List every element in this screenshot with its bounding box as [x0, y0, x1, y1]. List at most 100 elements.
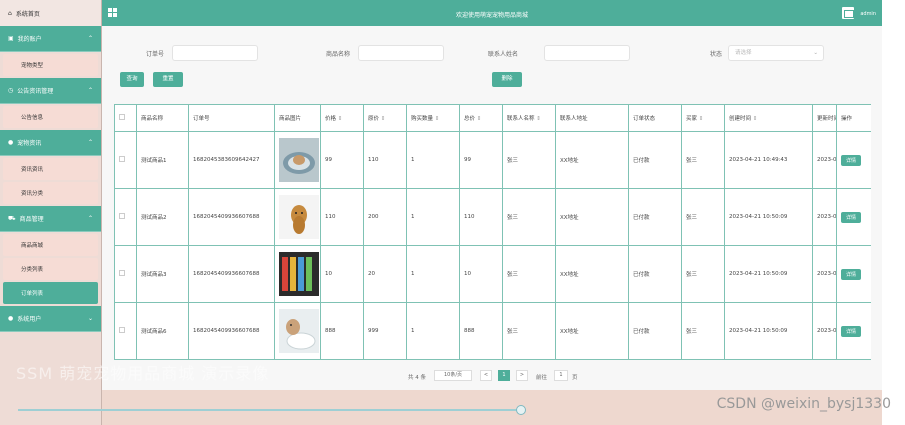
column-header: 联系人地址 — [555, 104, 629, 132]
cell-price: 888 — [320, 302, 364, 360]
table-header-row: 商品名称 订单号 商品图片 价格 ⇕ 原价 ⇕ 购买数量 ⇕ 总价 ⇕ 联系人名… — [114, 104, 871, 132]
column-header: 操作 — [836, 104, 871, 132]
reset-button[interactable]: 重置 — [153, 72, 183, 87]
column-header[interactable]: 联系人名称 ⇕ — [502, 104, 556, 132]
video-progress-knob[interactable] — [516, 405, 526, 415]
cell-product-image[interactable] — [274, 131, 321, 189]
sidebar-item-pet-type[interactable]: 宠物类型 — [3, 54, 98, 76]
cell-price: 10 — [320, 245, 364, 303]
column-header[interactable]: 原价 ⇕ — [363, 104, 407, 132]
cell-product-image[interactable] — [274, 188, 321, 246]
chevron-up-icon: ⌃ — [87, 87, 93, 94]
table-row: 测试商品2 1682045409936607688 110 200 1 110 — [114, 188, 871, 246]
cell-actions: 详情 — [836, 245, 871, 303]
column-header: 商品名称 — [136, 104, 189, 132]
cell-price: 110 — [320, 188, 364, 246]
detail-button[interactable]: 详情 — [841, 211, 862, 223]
row-checkbox[interactable] — [114, 245, 137, 303]
cart-icon: ⛟ — [8, 214, 16, 222]
column-header[interactable]: 价格 ⇕ — [320, 104, 364, 132]
cell-buyer: 张三 — [681, 131, 725, 189]
column-header-label: 创建时间 — [729, 116, 752, 122]
next-page-button[interactable]: > — [516, 370, 528, 381]
search-button[interactable]: 查询 — [120, 72, 144, 87]
cell-buyer: 张三 — [681, 302, 725, 360]
prev-page-button[interactable]: < — [480, 370, 492, 381]
column-header[interactable]: 创建时间 ⇕ — [724, 104, 813, 132]
cell-order-status: 已付款 — [628, 188, 682, 246]
cell-quantity: 1 — [406, 131, 460, 189]
product-name-input[interactable] — [358, 45, 444, 61]
cell-contact-address: XX地址 — [555, 302, 629, 360]
order-number-input[interactable] — [172, 45, 258, 61]
column-header-label: 价格 — [325, 116, 337, 122]
select-all-checkbox[interactable] — [114, 104, 137, 132]
sidebar-item-news[interactable]: 资讯资讯 — [3, 158, 98, 180]
cell-quantity: 1 — [406, 245, 460, 303]
sidebar-group-news[interactable]: ● 宠物资讯 ⌃ — [0, 130, 101, 156]
page-size-select[interactable]: 10条/页 — [434, 370, 472, 381]
sidebar-home-label: 系统首页 — [15, 10, 40, 18]
main-content: 订单号 商品名称 联系人姓名 状态 请选择 ⌄ 查询 重置 删除 商品名称 订单… — [102, 26, 882, 390]
sidebar-group-label: 商品管理 — [19, 216, 44, 223]
cell-original-price: 200 — [363, 188, 407, 246]
header-title: 欢迎使用萌宠宠物用品商城 — [455, 12, 528, 19]
admin-avatar-icon[interactable] — [842, 7, 854, 19]
column-header-label: 购买数量 — [411, 116, 434, 122]
detail-button[interactable]: 详情 — [841, 268, 862, 280]
cell-updated-at: 2023-0 — [812, 245, 837, 303]
goto-page-input[interactable]: 1 — [554, 370, 568, 381]
cell-updated-at: 2023-0 — [812, 131, 837, 189]
order-number-label: 订单号 — [146, 51, 165, 58]
cell-quantity: 1 — [406, 188, 460, 246]
sidebar-item-news-category[interactable]: 资讯分类 — [3, 182, 98, 204]
goto-unit: 页 — [572, 375, 578, 381]
cell-actions: 详情 — [836, 188, 871, 246]
sidebar-group-users[interactable]: ● 系统用户 ⌄ — [0, 306, 101, 332]
sort-icon: ⇕ — [698, 116, 704, 122]
column-header[interactable]: 购买数量 ⇕ — [406, 104, 460, 132]
status-label: 状态 — [710, 51, 723, 58]
status-placeholder: 请选择 — [735, 50, 752, 56]
contact-name-label: 联系人姓名 — [488, 51, 519, 58]
chevron-up-icon: ⌃ — [87, 35, 93, 42]
detail-button[interactable]: 详情 — [841, 154, 862, 166]
cell-created-at: 2023-04-21 10:49:43 — [724, 131, 813, 189]
cell-original-price: 999 — [363, 302, 407, 360]
cell-contact-name: 张三 — [502, 245, 556, 303]
page-number-current[interactable]: 1 — [498, 370, 510, 381]
row-checkbox[interactable] — [114, 302, 137, 360]
cell-order-number: 1682045409936607688 — [188, 245, 275, 303]
video-progress-bar[interactable] — [18, 409, 520, 411]
goto-label: 前往 — [536, 375, 548, 381]
sidebar-item-notice[interactable]: 公告信息 — [3, 106, 98, 128]
detail-button[interactable]: 详情 — [841, 325, 862, 337]
row-checkbox[interactable] — [114, 131, 137, 189]
sidebar-item-orders[interactable]: 订单列表 — [3, 282, 98, 304]
location-icon: ● — [8, 139, 14, 146]
home-icon: ⌂ — [8, 9, 12, 17]
cell-total: 110 — [459, 188, 503, 246]
sidebar-group-products[interactable]: ⛟ 商品管理 ⌃ — [0, 206, 101, 232]
delete-button[interactable]: 删除 — [492, 72, 522, 87]
column-header[interactable]: 买家 ⇕ — [681, 104, 725, 132]
row-checkbox[interactable] — [114, 188, 137, 246]
admin-name[interactable]: admin — [860, 11, 876, 17]
sidebar-home[interactable]: ⌂ 系统首页 — [0, 0, 101, 26]
status-select[interactable]: 请选择 ⌄ — [728, 45, 824, 61]
sidebar-item-categories[interactable]: 分类列表 — [3, 258, 98, 280]
sidebar-group-notice[interactable]: ◷ 公告资讯管理 ⌃ — [0, 78, 101, 104]
column-header[interactable]: 总价 ⇕ — [459, 104, 503, 132]
column-header-label: 联系人名称 — [507, 116, 535, 122]
cell-actions: 详情 — [836, 302, 871, 360]
sidebar-item-products[interactable]: 商品商城 — [3, 234, 98, 256]
cell-product-image[interactable] — [274, 302, 321, 360]
table-row: 测试商品6 1682045409936607688 888 999 1 888 — [114, 302, 871, 360]
cell-total: 888 — [459, 302, 503, 360]
column-header-label: 总价 — [464, 116, 476, 122]
contact-name-input[interactable] — [544, 45, 630, 61]
cell-updated-at: 2023-0 — [812, 302, 837, 360]
cell-product-image[interactable] — [274, 245, 321, 303]
sidebar-group-account[interactable]: ▣ 我的账户 ⌃ — [0, 26, 101, 52]
orders-table: 商品名称 订单号 商品图片 价格 ⇕ 原价 ⇕ 购买数量 ⇕ 总价 ⇕ 联系人名… — [114, 104, 871, 360]
